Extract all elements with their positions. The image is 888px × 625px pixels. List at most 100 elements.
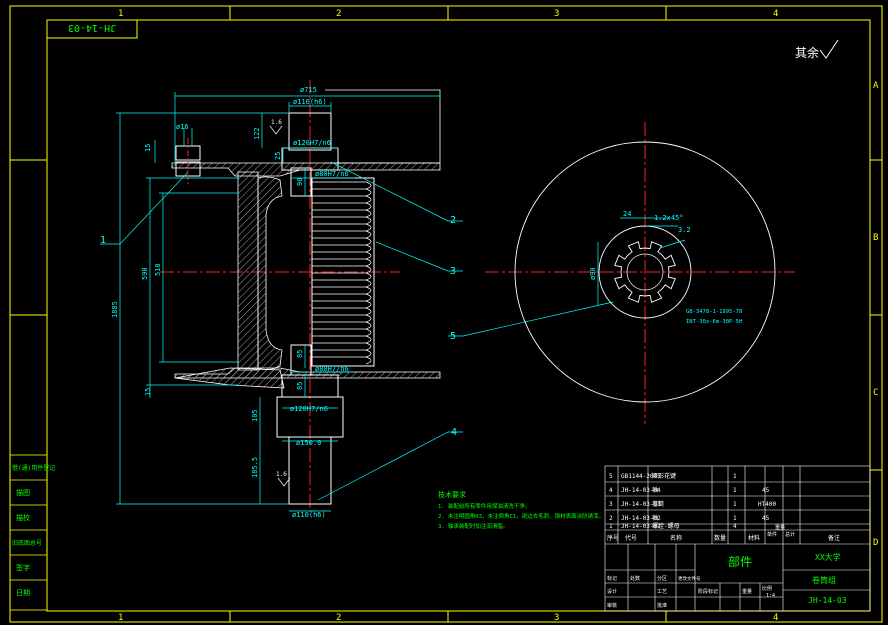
title-part-label: 部件 [728, 554, 752, 569]
svg-text:3: 3 [609, 501, 613, 508]
svg-text:1: 1 [733, 487, 737, 494]
zone-label-top-4: 4 [773, 9, 778, 19]
end-view-dims [597, 217, 686, 305]
dim-lower-collar: ø150.0 [296, 439, 321, 447]
zone-label-top-2: 2 [336, 9, 341, 19]
drum-groove [312, 202, 372, 211]
drum-groove [312, 209, 372, 218]
spline-note-1: GB-3478-1-1995-78 [686, 309, 742, 315]
drum-groove [312, 307, 372, 316]
svg-text:处数: 处数 [630, 575, 640, 582]
leader-label-3: 3 [450, 266, 456, 277]
svg-text:1: 1 [733, 515, 737, 522]
drum-groove [312, 293, 372, 302]
svg-text:单件: 单件 [767, 531, 777, 538]
svg-text:1: 1 [733, 473, 737, 480]
bottom-shaft [288, 436, 332, 505]
dim-lower-shaft: ø110(h6) [292, 511, 326, 519]
parts-row-3: 3 JH-14-03-03 卷筒 1 HT400 [609, 500, 776, 508]
cad-drawing: 1 2 3 4 1 2 3 4 A B C D JH-14-03 其余 ø715… [9, 5, 883, 623]
drum-groove [312, 335, 372, 344]
tech-note-2: 2. 未注明圆角R3，未注倒角C1，锐边去毛刺，钢材表面涂防锈漆。 [438, 512, 604, 520]
svg-text:轴: 轴 [652, 486, 658, 494]
dim-85b: 85 [296, 382, 304, 390]
dim-bolt: ø16 [176, 123, 189, 131]
dim-15-bottom: 15 [144, 388, 152, 396]
drum-groove [312, 251, 372, 260]
dim-15-top: 15 [144, 144, 152, 152]
drum-grooves [312, 181, 372, 365]
dim-185-5: 185.5 [251, 457, 259, 478]
side-table [9, 454, 48, 611]
svg-text:总计: 总计 [785, 531, 795, 538]
zone-label-bottom-1: 1 [118, 613, 123, 623]
title-scale: 1:4 [766, 593, 775, 599]
drum-groove [312, 328, 372, 337]
spline-note-2: INT-30z-6m-30P-5H [686, 319, 742, 325]
drum-groove [312, 216, 372, 225]
svg-text:5: 5 [609, 473, 613, 480]
svg-text:2: 2 [609, 515, 613, 522]
zone-label-top-1: 1 [118, 9, 123, 19]
inner-border [46, 19, 871, 612]
dim-key-width: 24 [623, 210, 631, 218]
drum-groove [312, 237, 372, 246]
roughness-mark-bottom-icon [277, 477, 291, 487]
rough-top: 1.6 [271, 119, 282, 126]
parts-row-4: 4 JH-14-03-04 轴 1 45 [609, 486, 770, 494]
dim-590: 590 [141, 267, 149, 280]
svg-text:序号: 序号 [607, 534, 619, 542]
svg-text:审核: 审核 [607, 602, 617, 609]
title-university: XX大学 [815, 552, 841, 562]
svg-text:代号: 代号 [625, 534, 637, 542]
leader-lines [100, 161, 614, 501]
drum-groove [312, 349, 372, 358]
drum-groove [312, 286, 372, 295]
svg-text:备注: 备注 [828, 534, 840, 542]
dim-105: 105 [251, 409, 259, 422]
top-cap-plate [325, 89, 441, 164]
svg-text:4: 4 [733, 523, 737, 530]
zone-label-bottom-4: 4 [773, 613, 778, 623]
roughness-note: 其余 [795, 45, 819, 60]
side-table-6: 日期 [16, 589, 30, 597]
rough-bottom: 1.6 [276, 471, 287, 478]
drum-web-inner [257, 176, 283, 370]
svg-text:阶段标记: 阶段标记 [698, 588, 718, 595]
drum-groove [312, 321, 372, 330]
parts-row-5: 5 GB1144-2001 矩形花键 1 [609, 472, 737, 480]
svg-text:矩形花键: 矩形花键 [652, 472, 676, 480]
drum-groove [312, 342, 372, 351]
title-row-labels: 标记 处数 分区 更改文件号 设计 审核 工艺 批准 阶段标记 重量 比例 [607, 575, 772, 609]
dim-chamfer: 1.2x45° [654, 214, 684, 222]
leader-label-1: 1 [100, 235, 106, 246]
dim-85a: 85 [296, 350, 304, 358]
svg-text:设计: 设计 [607, 588, 617, 595]
drum-groove [312, 272, 372, 281]
drum-groove [312, 244, 372, 253]
drum-groove [312, 188, 372, 197]
side-table-4: 旧底图总号 [12, 539, 42, 547]
svg-text:HT400: HT400 [758, 501, 776, 508]
drum-groove [312, 279, 372, 288]
drum-web-left [237, 171, 259, 371]
drum-groove [312, 195, 372, 204]
tech-note-3: 3. 轴承装配时加注润滑脂。 [438, 522, 508, 530]
title-drawing-no: JH-14-03 [808, 596, 847, 605]
svg-text:重量: 重量 [742, 588, 752, 595]
dim-122: 122 [253, 127, 261, 140]
svg-text:卷筒: 卷筒 [652, 500, 664, 508]
svg-text:螺栓-螺母: 螺栓-螺母 [652, 522, 680, 530]
zone-label-top-3: 3 [554, 9, 559, 19]
drum-groove [312, 223, 372, 232]
svg-text:重量: 重量 [775, 524, 785, 531]
zone-label-side-a: A [873, 81, 879, 91]
drawing-code-upside-down: JH-14-03 [68, 22, 116, 33]
side-table-5: 签字 [16, 563, 30, 572]
drum-groove [312, 258, 372, 267]
drum-groove [312, 356, 372, 365]
svg-text:数量: 数量 [714, 534, 726, 542]
side-table-3: 描校 [16, 513, 30, 522]
dim-overall-width: ø715 [300, 86, 317, 94]
tech-notes-title: 技术要求 [438, 490, 466, 499]
